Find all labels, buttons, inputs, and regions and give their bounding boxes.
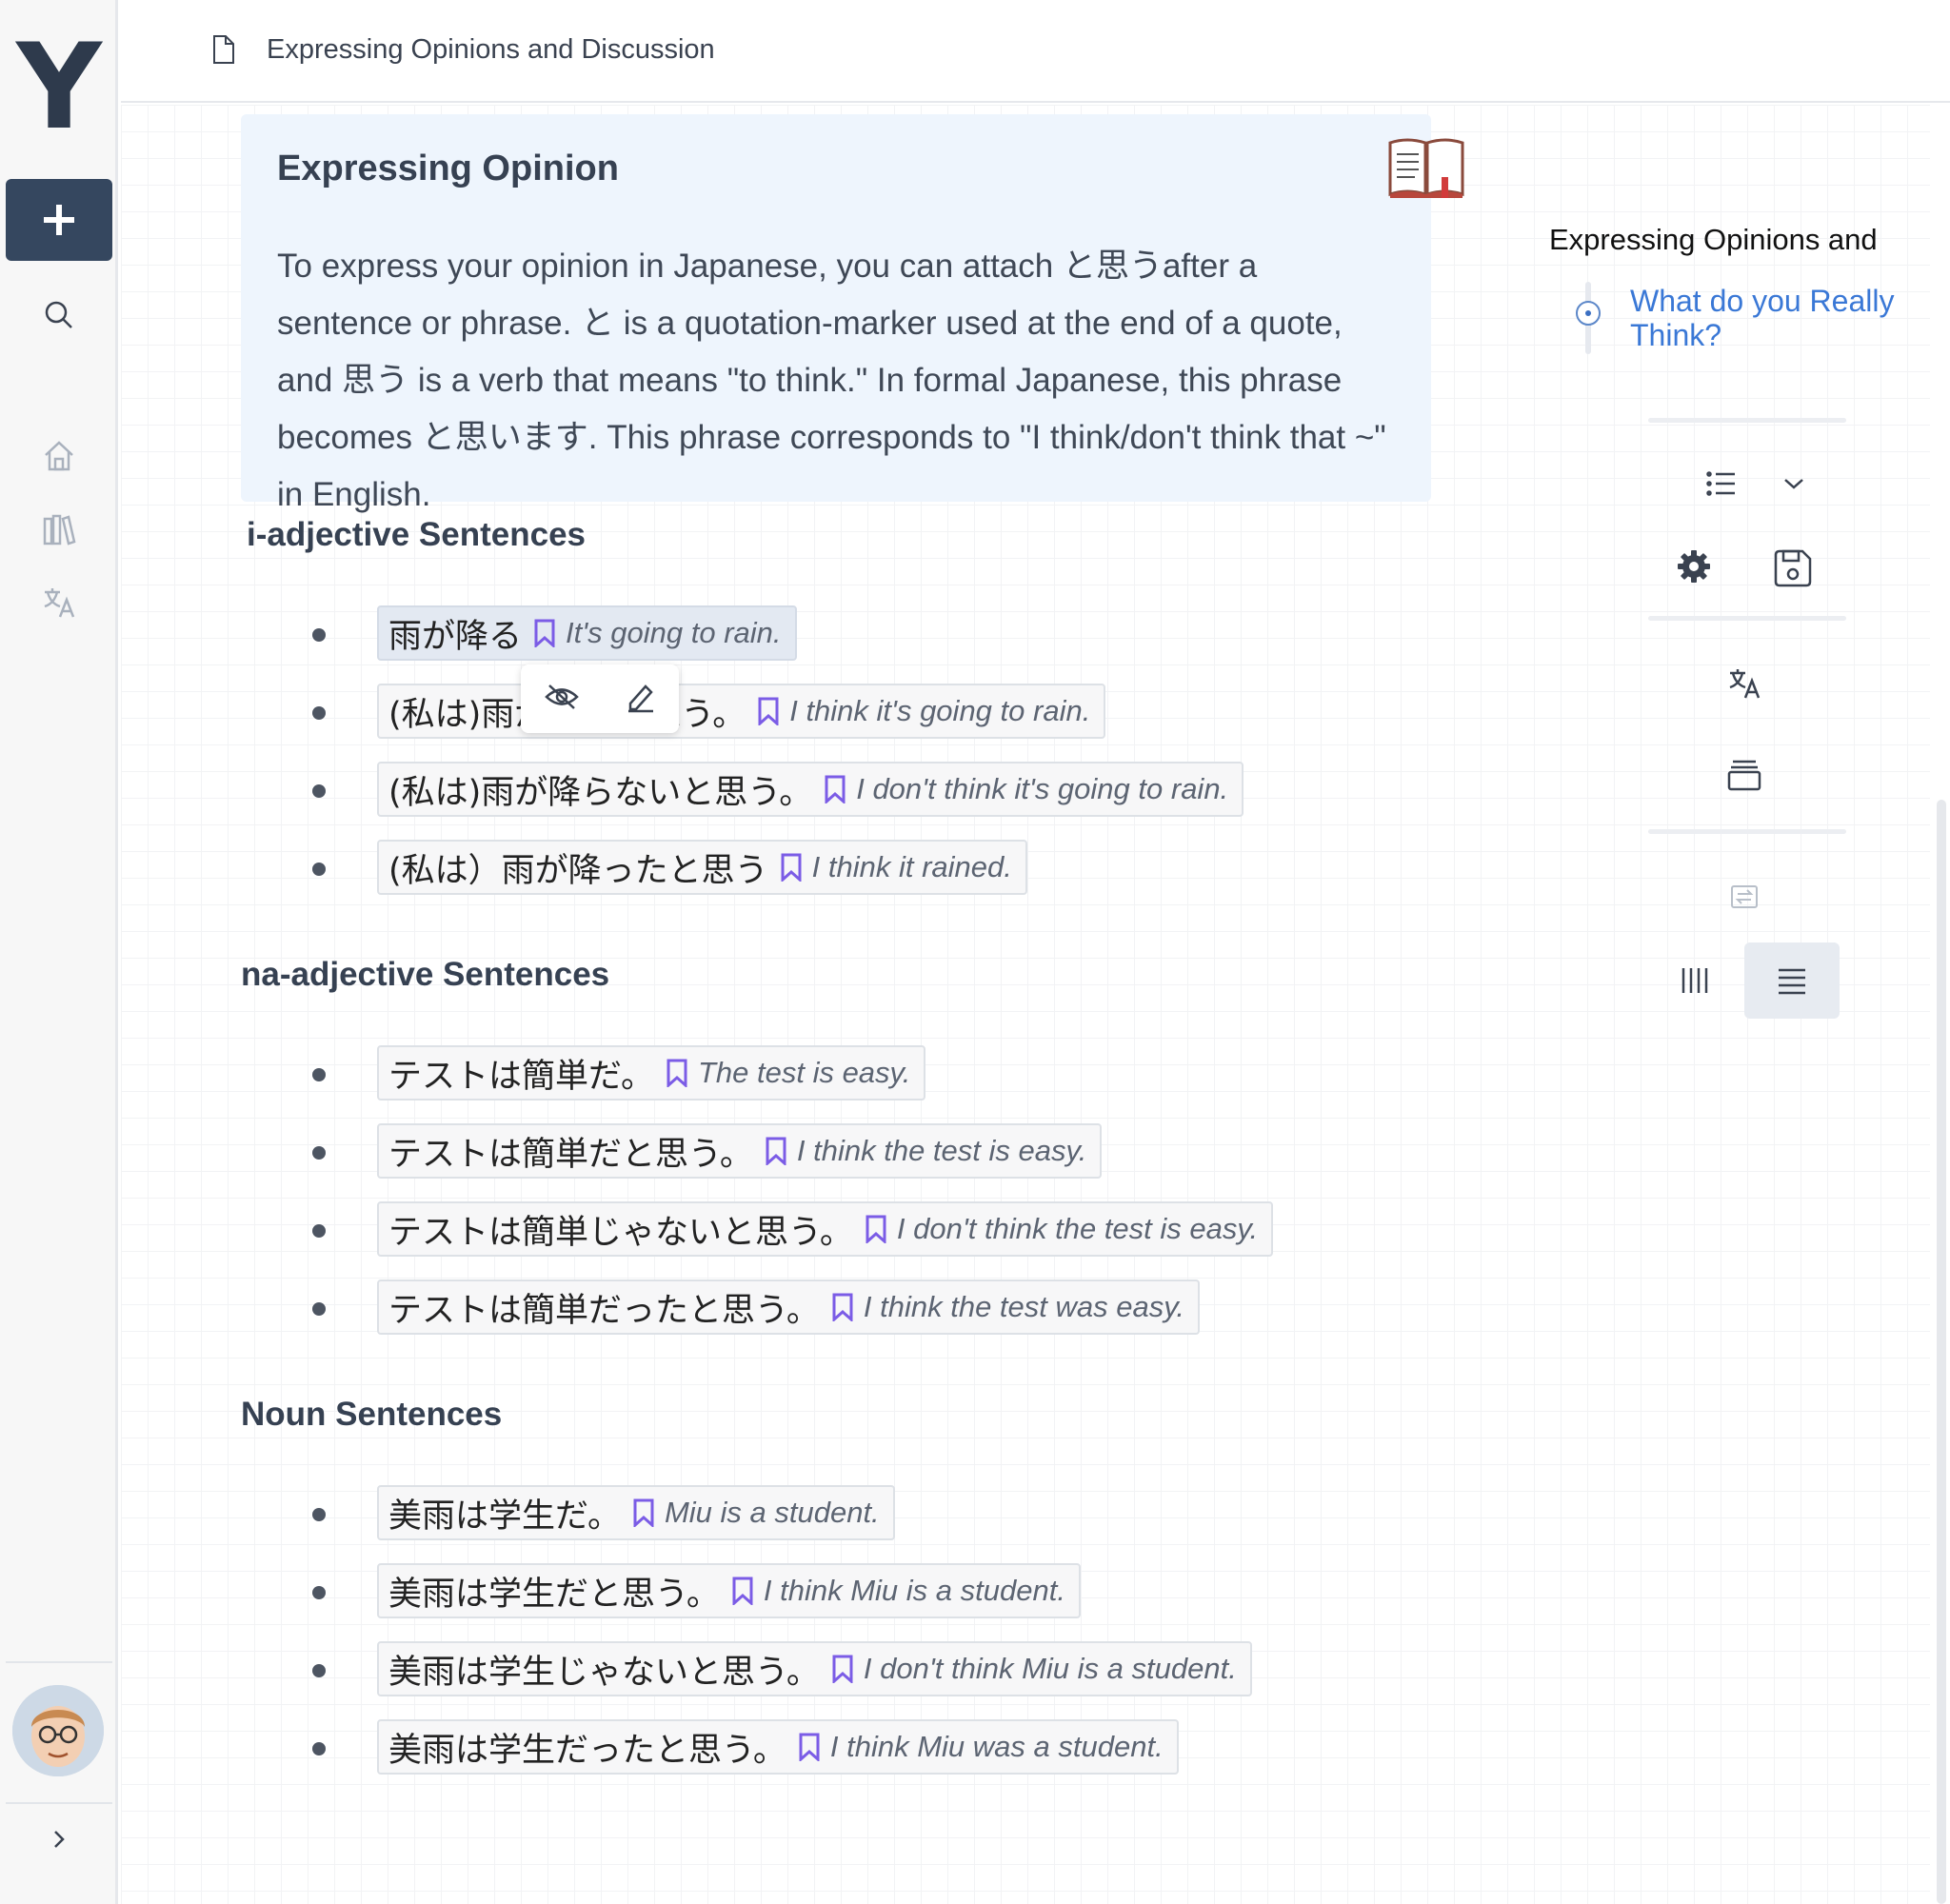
page-title: Expressing Opinions and Discussion [267,34,715,65]
phrase-box[interactable]: (私は）雨が降ったと思う I think it rained. [377,840,1027,895]
top-header: Expressing Opinions and Discussion [121,0,1950,103]
section-heading: i-adjective Sentences [247,516,586,553]
japanese-text: 美雨は学生だと思う。 [388,1575,720,1614]
gear-icon[interactable] [1674,546,1714,586]
app-logo[interactable]: Y [0,29,118,147]
toc-title: Expressing Opinions and [1549,223,1878,256]
phrase-box[interactable]: テストは簡単だ。 The test is easy. [377,1045,926,1101]
english-translation: I think the test is easy. [796,1134,1087,1167]
document-icon [213,35,234,64]
eye-off-icon[interactable] [544,683,580,716]
japanese-text: 美雨は学生だったと思う。 [388,1731,786,1770]
bookmark-icon[interactable] [824,775,846,803]
english-translation: I think the test was easy. [863,1290,1185,1323]
translate-icon[interactable] [38,582,80,624]
bookmark-icon[interactable] [831,1293,854,1321]
phrase-box[interactable]: 雨が降る It's going to rain. [377,605,797,661]
callout-title: Expressing Opinion [277,149,619,188]
japanese-text: テストは簡単だ。 [388,1057,654,1096]
bookmark-icon[interactable] [765,1137,787,1165]
callout-body: To express your opinion in Japanese, you… [277,248,1386,513]
section-heading: Noun Sentences [241,1396,503,1433]
english-translation: Miu is a student. [664,1496,880,1529]
bookmark-icon[interactable] [666,1059,688,1087]
swap-icon[interactable] [1727,880,1761,914]
scrollbar[interactable] [1937,800,1946,1904]
japanese-text: テストは簡単だったと思う。 [388,1291,820,1330]
home-icon[interactable] [38,435,80,477]
japanese-text: 雨が降る [388,617,523,656]
phrase-box[interactable]: 美雨は学生じゃないと思う。 I don't think Miu is a stu… [377,1641,1252,1696]
plus-icon [44,205,74,235]
chevron-down-icon[interactable] [1777,466,1811,501]
phrase-box[interactable]: テストは簡単だと思う。 I think the test is easy. [377,1123,1103,1179]
translate-icon[interactable] [1725,664,1763,703]
bookmark-icon[interactable] [865,1215,887,1243]
bookmark-icon[interactable] [831,1655,854,1683]
english-translation: I think Miu is a student. [763,1574,1065,1607]
rows-view-button[interactable] [1744,942,1840,1019]
pencil-icon[interactable] [625,681,657,718]
japanese-text: (私は）雨が降ったと思う [388,851,768,890]
japanese-text: 美雨は学生だ。 [388,1497,621,1536]
english-translation: It's going to rain. [566,616,782,649]
chevron-right-icon[interactable] [38,1818,80,1860]
search-icon[interactable] [38,294,80,336]
english-translation: I think Miu was a student. [829,1730,1164,1763]
columns-icon [1681,968,1708,993]
callout-block[interactable]: Expressing Opinion To express your opini… [241,114,1464,513]
japanese-text: (私は)雨が降らないと思う。 [388,773,813,812]
add-button[interactable] [6,179,112,261]
japanese-text: テストは簡単だと思う。 [388,1135,753,1174]
cards-icon[interactable] [1725,756,1763,794]
phrase-box[interactable]: 美雨は学生だと思う。 I think Miu is a student. [377,1563,1081,1618]
english-translation: I don't think Miu is a student. [863,1652,1237,1685]
bookmark-icon[interactable] [731,1577,754,1605]
english-translation: I think it rained. [811,850,1012,883]
phrase-box[interactable]: 美雨は学生だ。 Miu is a student. [377,1485,895,1540]
section-heading: na-adjective Sentences [241,956,610,993]
phrase-box[interactable]: テストは簡単だったと思う。 I think the test was easy. [377,1279,1201,1335]
english-translation: The test is easy. [697,1056,911,1089]
save-icon[interactable] [1771,546,1815,590]
english-translation: I think it's going to rain. [789,694,1091,727]
english-translation: I don't think it's going to rain. [856,772,1229,805]
library-icon[interactable] [38,508,80,550]
columns-view-button[interactable] [1657,942,1735,1019]
rows-icon [1779,968,1805,995]
japanese-text: 美雨は学生じゃないと思う。 [388,1653,820,1692]
bookmark-icon[interactable] [533,619,556,647]
toc-indicator [1576,301,1601,326]
toc-item-what-do-you-really-think[interactable]: What do you Really Think? [1630,284,1925,352]
phrase-box[interactable]: テストは簡単じゃないと思う。 I don't think the test is… [377,1201,1274,1257]
bookmark-icon[interactable] [780,853,803,882]
phrase-box[interactable]: 美雨は学生だったと思う。 I think Miu was a student. [377,1719,1179,1775]
phrase-box[interactable]: (私は)雨が降ると思う。 I think it's going to rain. [377,684,1106,739]
open-book-icon [1388,138,1464,198]
phrase-box[interactable]: (私は)雨が降らないと思う。 I don't think it's going … [377,762,1244,817]
bookmark-icon[interactable] [798,1733,821,1761]
sidebar: Y [0,0,118,1904]
phrase-hover-toolbar [521,664,679,733]
japanese-text: テストは簡単じゃないと思う。 [388,1213,853,1252]
list-icon[interactable] [1702,465,1741,503]
avatar[interactable] [12,1685,104,1776]
bookmark-icon[interactable] [757,697,780,725]
bookmark-icon[interactable] [632,1498,655,1527]
english-translation: I don't think the test is easy. [896,1212,1259,1245]
